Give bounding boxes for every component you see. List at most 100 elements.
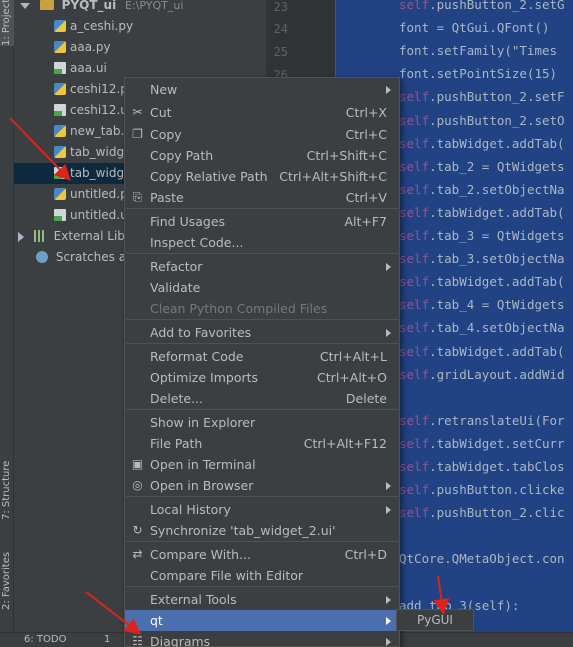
- code-line: self.tabWidget.addTab(: [399, 136, 565, 151]
- menu-separator: [126, 409, 398, 410]
- project-tool-tab-label: 1: Project: [1, 0, 12, 46]
- code-text: .tab_2.setObjectNa: [429, 181, 565, 197]
- menu-item-label: New: [150, 82, 178, 97]
- python-file-icon: [54, 187, 66, 200]
- menu-item-add-to-favorites[interactable]: Add to Favorites: [125, 322, 399, 343]
- menu-item-refactor[interactable]: Refactor: [125, 256, 399, 277]
- favorites-tool-tab-label: 2: Favorites: [1, 551, 12, 610]
- tree-file-item[interactable]: a_ceshi.py: [14, 16, 266, 37]
- terminal-icon: ▣: [131, 457, 144, 471]
- menu-item-compare-with[interactable]: ⇄ Compare With... Ctrl+D: [125, 544, 399, 565]
- menu-item-compare-file-with-editor[interactable]: Compare File with Editor: [125, 565, 399, 586]
- menu-item-label: Show in Explorer: [150, 415, 256, 430]
- menu-item-copy-relative-path[interactable]: Copy Relative Path Ctrl+Alt+Shift+C: [125, 166, 399, 187]
- menu-item-inspect-code[interactable]: Inspect Code...: [125, 232, 399, 253]
- menu-item-delete[interactable]: Delete... Delete: [125, 388, 399, 409]
- code-text: font.setFamily("Times: [399, 43, 558, 59]
- menu-item-shortcut: Ctrl+X: [345, 105, 387, 120]
- submenu-arrow-icon: [386, 638, 391, 646]
- tree-file-item[interactable]: aaa.py: [14, 37, 266, 58]
- menu-item-optimize-imports[interactable]: Optimize Imports Ctrl+Alt+O: [125, 367, 399, 388]
- code-self-keyword: self: [399, 505, 430, 521]
- tool-window-strip: 1: Project 7: Structure 2: Favorites: [0, 0, 14, 647]
- submenu-arrow-icon: [386, 482, 391, 490]
- tree-file-name: aaa.py: [70, 40, 111, 54]
- project-root-node[interactable]: PYQT_ui E:\PYQT_ui: [14, 0, 266, 16]
- python-file-icon: [54, 145, 66, 158]
- menu-item-shortcut: Ctrl+D: [344, 547, 387, 562]
- code-text: QtCore.QMetaObject.con: [399, 551, 565, 567]
- project-tool-tab[interactable]: 1: Project: [0, 0, 14, 46]
- menu-item-show-in-explorer[interactable]: Show in Explorer: [125, 412, 399, 433]
- menu-item-shortcut: Alt+F7: [344, 214, 387, 229]
- menu-item-copy[interactable]: ❐ Copy Ctrl+C: [125, 124, 399, 145]
- code-line: self.tabWidget.addTab(: [399, 205, 565, 220]
- menu-item-reformat-code[interactable]: Reformat Code Ctrl+Alt+L: [125, 346, 399, 367]
- menu-item-diagrams[interactable]: ☷ Diagrams: [125, 631, 399, 647]
- menu-item-shortcut: Ctrl+Alt+F12: [303, 436, 387, 451]
- menu-separator: [126, 541, 398, 542]
- code-line: self.tab_2.setObjectNa: [399, 182, 565, 197]
- code-line: self.tabWidget.tabClos: [399, 459, 565, 474]
- code-text: .tabWidget.tabClos: [429, 459, 565, 474]
- menu-separator: [126, 253, 398, 254]
- menu-item-label: Local History: [150, 502, 231, 517]
- menu-item-cut[interactable]: ✂ Cut Ctrl+X: [125, 102, 399, 123]
- menu-item-label: Optimize Imports: [150, 370, 259, 385]
- globe-icon: ◎: [132, 478, 143, 492]
- menu-item-validate[interactable]: Validate: [125, 277, 399, 298]
- qt-ui-file-icon: [54, 208, 66, 221]
- sync-icon: ↻: [132, 523, 143, 537]
- menu-item-copy-path[interactable]: Copy Path Ctrl+Shift+C: [125, 145, 399, 166]
- menu-item-file-path[interactable]: File Path Ctrl+Alt+F12: [125, 433, 399, 454]
- menu-item-label: Open in Terminal: [150, 457, 256, 472]
- expand-arrow-icon[interactable]: [20, 2, 30, 9]
- menu-item-shortcut: Delete: [345, 391, 387, 406]
- menu-item-open-in-browser[interactable]: ◎ Open in Browser: [125, 475, 399, 496]
- code-line: self.tab_4 = QtWidgets: [399, 297, 565, 312]
- menu-item-label: Open in Browser: [150, 478, 254, 493]
- favorites-tool-tab[interactable]: 2: Favorites: [0, 540, 14, 610]
- menu-item-shortcut: Ctrl+C: [345, 127, 387, 142]
- code-line: self.pushButton_2.clic: [399, 505, 565, 520]
- menu-item-qt[interactable]: qt: [125, 610, 399, 631]
- code-line: self.retranslateUi(For: [399, 413, 565, 428]
- menu-item-label: Add to Favorites: [150, 325, 252, 340]
- structure-tool-tab[interactable]: 7: Structure: [0, 440, 14, 520]
- menu-item-open-in-terminal[interactable]: ▣ Open in Terminal: [125, 454, 399, 475]
- menu-item-paste[interactable]: ⎘ Paste Ctrl+V: [125, 187, 399, 208]
- menu-item-external-tools[interactable]: External Tools: [125, 589, 399, 610]
- qt-ui-file-icon: [54, 166, 66, 179]
- copy-icon: ❐: [132, 127, 143, 141]
- code-self-keyword: self: [399, 412, 430, 428]
- menu-item-local-history[interactable]: Local History: [125, 499, 399, 520]
- code-text: .tab_3.setObjectNa: [429, 251, 565, 267]
- code-line: self.tab_4.setObjectNa: [399, 320, 565, 335]
- todo-tool-tab[interactable]: 6: TODO: [24, 634, 66, 645]
- menu-item-new[interactable]: New: [125, 79, 399, 100]
- code-line: self.pushButton_2.setO: [399, 113, 565, 128]
- collapse-arrow-icon[interactable]: [18, 231, 24, 242]
- code-self-keyword: self: [399, 158, 430, 174]
- bottom-tool-tab[interactable]: 1: [104, 634, 110, 645]
- menu-separator: [126, 586, 398, 587]
- menu-item-find-usages[interactable]: Find Usages Alt+F7: [125, 211, 399, 232]
- menu-item-label: Paste: [150, 190, 184, 205]
- code-text: .tabWidget.addTab(: [429, 343, 565, 359]
- python-file-icon: [54, 40, 66, 53]
- menu-item-label: Compare File with Editor: [150, 568, 304, 583]
- submenu-item-pygui[interactable]: PyGUI: [397, 610, 473, 630]
- code-self-keyword: self: [399, 181, 430, 197]
- external-libraries-label: External Libr: [53, 229, 130, 243]
- menu-item-synchronize-tab-widget-2-ui[interactable]: ↻ Synchronize 'tab_widget_2.ui': [125, 520, 399, 541]
- code-text: .tab_4 = QtWidgets: [429, 297, 565, 313]
- menu-item-label: External Tools: [150, 592, 237, 607]
- code-text: .gridLayout.addWid: [429, 366, 565, 382]
- tree-file-item[interactable]: aaa.ui: [14, 58, 266, 79]
- menu-separator: [126, 343, 398, 344]
- tree-file-name: untitled.ui: [70, 208, 132, 222]
- submenu-arrow-icon: [386, 86, 391, 94]
- code-text: font = QtGui.QFont(): [399, 20, 550, 36]
- menu-item-label: Cut: [150, 105, 172, 120]
- diagram-icon: ☷: [132, 634, 143, 647]
